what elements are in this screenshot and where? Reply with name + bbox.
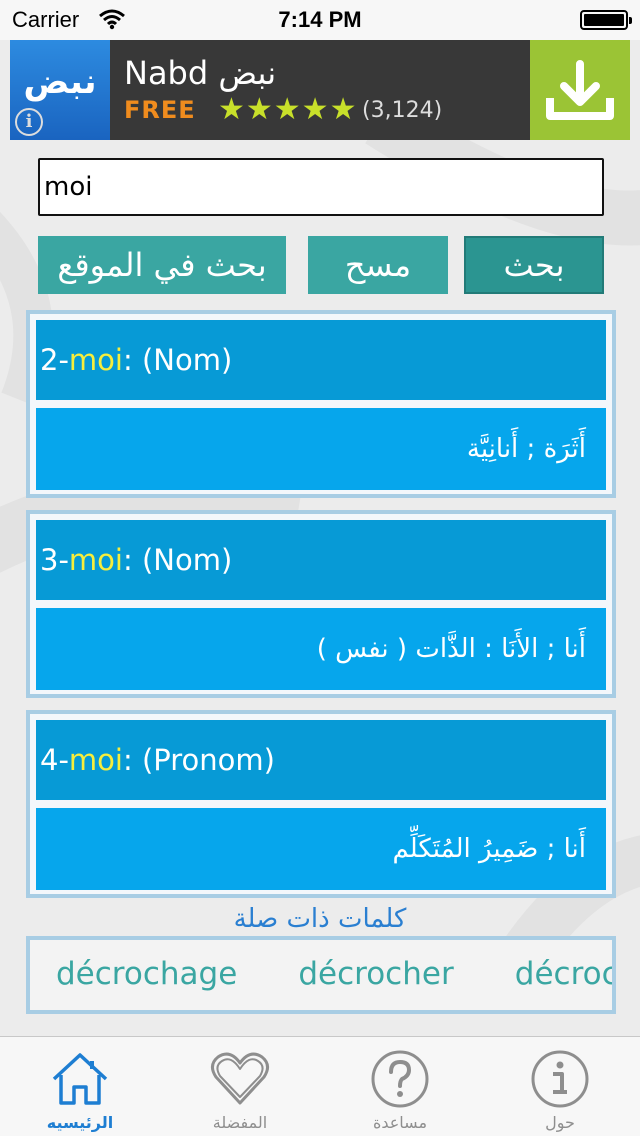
result-translation: أَثَرَة ; أَنانِيَّة — [36, 408, 606, 490]
tab-label: حول — [545, 1113, 575, 1132]
result-header: 3- moi : (Nom) — [36, 520, 606, 600]
ad-review-count: (3,124) — [362, 98, 443, 123]
search-site-button[interactable]: بحث في الموقع — [38, 236, 286, 294]
result-term: moi — [68, 543, 123, 577]
tab-about[interactable]: حول — [480, 1037, 640, 1136]
related-word[interactable]: décrocheur — [515, 956, 612, 992]
result-term: moi — [68, 743, 123, 777]
status-time: 7:14 PM — [278, 7, 362, 32]
tab-home[interactable]: الرئيسيه — [0, 1037, 160, 1136]
search-button[interactable]: بحث — [464, 236, 604, 294]
result-card[interactable]: 2- moi : (Nom) أَثَرَة ; أَنانِيَّة — [26, 310, 616, 498]
result-card[interactable]: 3- moi : (Nom) أَنا ; الأَنَا : الذَّات … — [26, 510, 616, 698]
ad-rating-stars: ★★★★★ — [218, 92, 358, 127]
result-pos: : (Pronom) — [122, 743, 275, 777]
result-translation: أَنا ; ضَمِيرُ المُتَكَلِّم — [36, 808, 606, 890]
help-icon — [371, 1050, 429, 1108]
result-header: 2- moi : (Nom) — [36, 320, 606, 400]
tab-favorites[interactable]: المفضلة — [160, 1037, 320, 1136]
result-card[interactable]: 4- moi : (Pronom) أَنا ; ضَمِيرُ المُتَك… — [26, 710, 616, 898]
related-word[interactable]: décrochage — [56, 956, 237, 992]
ad-title: Nabd نبض — [124, 54, 277, 92]
result-number: 2- — [40, 343, 69, 377]
tab-help[interactable]: مساعدة — [320, 1037, 480, 1136]
tab-label: مساعدة — [372, 1113, 428, 1132]
ad-app-icon[interactable]: نبض i — [10, 40, 110, 140]
clear-button[interactable]: مسح — [308, 236, 448, 294]
result-pos: : (Nom) — [122, 543, 233, 577]
related-words-title: كلمات ذات صلة — [233, 904, 407, 934]
battery-icon — [580, 10, 632, 30]
download-icon — [546, 60, 614, 120]
result-number: 4- — [40, 743, 69, 777]
result-header: 4- moi : (Pronom) — [36, 720, 606, 800]
related-words-list[interactable]: décrochage décrocher décrocheur — [26, 936, 616, 1014]
result-term: moi — [68, 343, 123, 377]
related-word[interactable]: décrocher — [298, 956, 453, 992]
search-input[interactable] — [38, 158, 604, 216]
ad-app-icon-text: نبض — [23, 62, 97, 102]
tab-label: الرئيسيه — [46, 1113, 114, 1132]
home-icon — [52, 1053, 108, 1105]
tab-label: المفضلة — [212, 1113, 268, 1132]
tab-bar: الرئيسيه المفضلة مساعدة حول — [0, 1036, 640, 1136]
ad-download-button[interactable] — [530, 40, 630, 140]
result-pos: : (Nom) — [122, 343, 233, 377]
ad-price: FREE — [124, 96, 196, 124]
result-number: 3- — [40, 543, 69, 577]
heart-icon — [211, 1052, 269, 1105]
result-translation: أَنا ; الأَنَا : الذَّات ( نفس ) — [36, 608, 606, 690]
ad-info-icon[interactable]: i — [15, 108, 43, 136]
status-bar: Carrier 7:14 PM — [0, 0, 640, 40]
info-icon — [531, 1050, 589, 1108]
ad-banner[interactable]: نبض i Nabd نبض FREE ★★★★★ (3,124) — [10, 40, 630, 140]
